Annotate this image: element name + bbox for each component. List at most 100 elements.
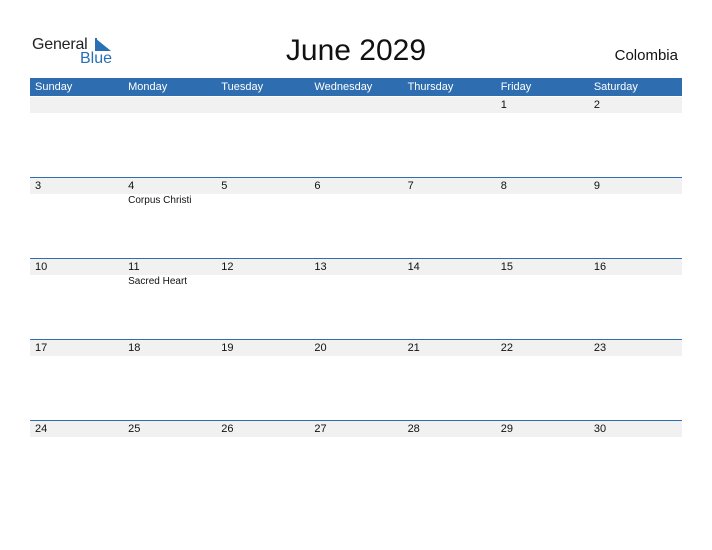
day-cell: 8 xyxy=(496,178,589,194)
holiday-event xyxy=(496,194,589,208)
day-number: 23 xyxy=(593,342,607,354)
weekday-sunday: Sunday xyxy=(35,81,73,93)
day-cell: 18 xyxy=(123,340,216,356)
holiday-event xyxy=(30,275,123,289)
day-cell xyxy=(309,97,402,113)
events-row: Corpus Christi xyxy=(30,194,682,208)
holiday-event xyxy=(309,275,402,289)
day-cell: 27 xyxy=(309,421,402,437)
day-cell: 25 xyxy=(123,421,216,437)
day-number: 27 xyxy=(314,423,327,435)
day-cell: 13 xyxy=(309,259,402,275)
day-cell xyxy=(123,97,216,113)
day-number: 28 xyxy=(407,423,420,435)
day-cell: 9 xyxy=(589,178,682,194)
events-row: Sacred Heart xyxy=(30,275,682,289)
calendar-title: June 2029 xyxy=(285,34,427,67)
day-number: 30 xyxy=(593,423,607,435)
holiday-event xyxy=(589,194,682,208)
weekday-monday: Monday xyxy=(128,81,168,93)
day-number: 19 xyxy=(221,342,234,354)
holiday-event xyxy=(216,275,309,289)
day-number: 24 xyxy=(35,423,48,435)
day-number: 8 xyxy=(500,180,507,192)
day-number-bar: 17 18 19 20 21 22 23 xyxy=(30,340,682,356)
week-row: 10 11 12 13 14 15 16 Sacred Heart xyxy=(30,258,682,340)
week-row: 12 xyxy=(30,97,682,178)
day-number-bar: 10 11 12 13 14 15 16 xyxy=(30,259,682,275)
day-cell: 14 xyxy=(403,259,496,275)
day-cell: 1 xyxy=(496,97,589,113)
day-cell: 22 xyxy=(496,340,589,356)
day-cell: 17 xyxy=(30,340,123,356)
day-number: 22 xyxy=(500,342,513,354)
day-cell: 24 xyxy=(30,421,123,437)
week-row: 24 25 26 27 28 29 30 xyxy=(30,420,682,502)
day-cell: 20 xyxy=(309,340,402,356)
day-cell: 5 xyxy=(216,178,309,194)
day-cell: 3 xyxy=(30,178,123,194)
day-number: 16 xyxy=(593,261,607,273)
holiday-event xyxy=(496,275,589,289)
day-cell: 19 xyxy=(216,340,309,356)
holiday-event xyxy=(403,194,496,208)
day-cell: 29 xyxy=(496,421,589,437)
holiday-event xyxy=(30,194,123,208)
day-number: 21 xyxy=(407,342,420,354)
day-number-bar: 3 4 5 6 7 8 9 xyxy=(30,178,682,194)
day-number: 11 xyxy=(128,261,140,273)
weekday-thursday: Thursday xyxy=(407,81,454,93)
day-cell: 21 xyxy=(403,340,496,356)
day-number: 7 xyxy=(407,180,414,192)
day-number xyxy=(123,97,216,113)
holiday-event xyxy=(216,194,309,208)
day-cell: 15 xyxy=(496,259,589,275)
day-cell: 26 xyxy=(216,421,309,437)
day-number: 12 xyxy=(221,261,234,273)
day-number: 14 xyxy=(407,261,420,273)
day-cell: 16 xyxy=(589,259,682,275)
weekday-saturday: Saturday xyxy=(593,81,638,93)
week-row: 17 18 19 20 21 22 23 xyxy=(30,339,682,421)
day-number: 26 xyxy=(221,423,234,435)
weekday-wednesday: Wednesday xyxy=(314,81,373,93)
day-number: 25 xyxy=(128,423,141,435)
day-number: 29 xyxy=(500,423,513,435)
day-cell: 7 xyxy=(403,178,496,194)
day-number: 17 xyxy=(35,342,48,354)
day-number: 20 xyxy=(314,342,327,354)
day-number xyxy=(309,97,402,113)
day-number: 2 xyxy=(593,99,600,111)
day-number: 3 xyxy=(35,180,42,192)
day-number xyxy=(403,97,496,113)
day-cell xyxy=(216,97,309,113)
day-number: 6 xyxy=(314,180,321,192)
holiday-event: Sacred Heart xyxy=(128,276,188,287)
holiday-event xyxy=(589,275,682,289)
week-row: 3 4 5 6 7 8 9 Corpus Christi xyxy=(30,177,682,259)
holiday-event xyxy=(403,275,496,289)
weekday-tuesday: Tuesday xyxy=(221,81,264,93)
weekday-friday: Friday xyxy=(500,81,532,93)
day-number: 5 xyxy=(221,180,228,192)
day-cell xyxy=(403,97,496,113)
holiday-event xyxy=(309,194,402,208)
day-cell: 23 xyxy=(589,340,682,356)
day-cell: 6 xyxy=(309,178,402,194)
day-cell: 2 xyxy=(589,97,682,113)
day-cell: 30 xyxy=(589,421,682,437)
day-number: 13 xyxy=(314,261,327,273)
day-number-bar: 24 25 26 27 28 29 30 xyxy=(30,421,682,437)
holiday-event: Corpus Christi xyxy=(128,195,192,206)
day-number-bar: 12 xyxy=(30,97,682,113)
day-number: 15 xyxy=(500,261,513,273)
day-cell xyxy=(30,97,123,113)
weekday-header: Sunday Monday Tuesday Wednesday Thursday… xyxy=(30,78,682,96)
day-number: 9 xyxy=(593,180,600,192)
day-number xyxy=(30,97,123,113)
day-cell: 4 xyxy=(123,178,216,194)
country-label: Colombia xyxy=(614,47,678,64)
day-number: 4 xyxy=(128,180,135,192)
day-number: 10 xyxy=(35,261,48,273)
day-cell: 11 xyxy=(123,259,216,275)
